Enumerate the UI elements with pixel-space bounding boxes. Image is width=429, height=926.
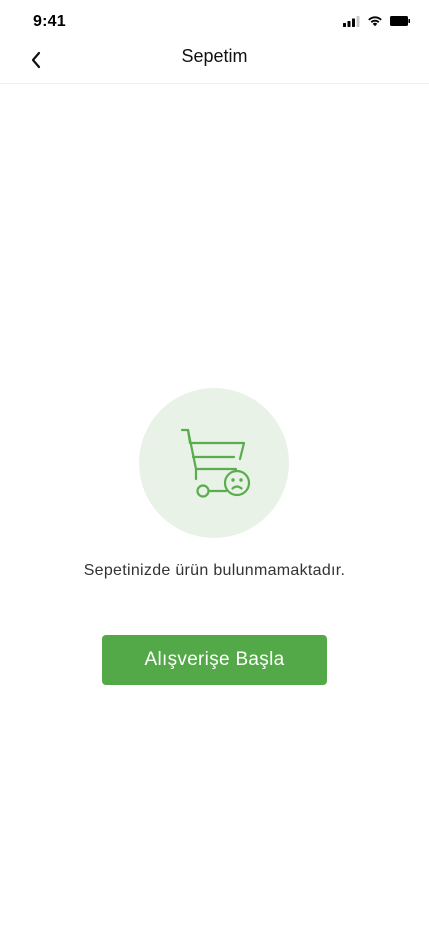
empty-cart-message: Sepetinizde ürün bulunmamaktadır.: [83, 562, 346, 579]
status-time: 9:41: [33, 13, 66, 30]
wifi-icon: [368, 16, 382, 27]
navigation-bar: Sepetim: [0, 36, 429, 84]
sad-cart-icon: [180, 428, 251, 498]
start-shopping-button[interactable]: Alışverişe Başla: [102, 635, 327, 685]
empty-cart-illustration: [139, 388, 289, 538]
page-title: Sepetim: [181, 46, 248, 66]
cellular-signal-icon: [343, 15, 360, 27]
battery-icon: [390, 16, 410, 26]
status-icons: [343, 15, 410, 27]
